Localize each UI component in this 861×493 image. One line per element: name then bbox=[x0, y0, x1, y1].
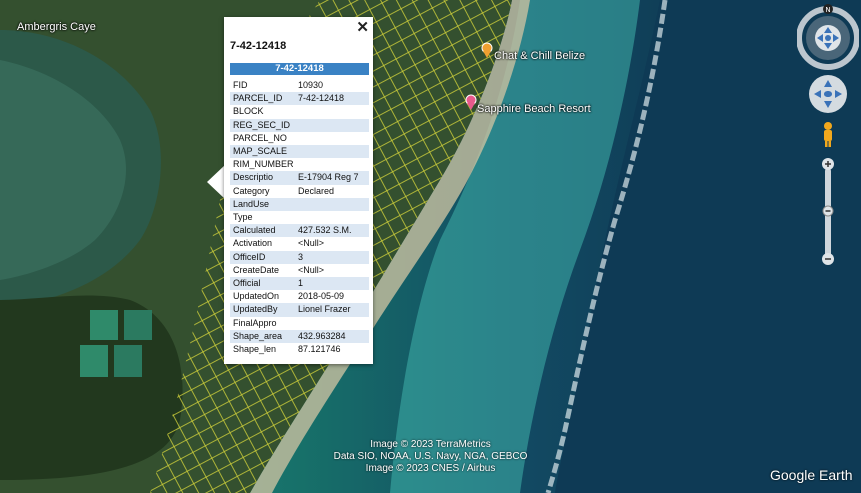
zoom-slider[interactable] bbox=[822, 158, 834, 265]
attribute-key: Shape_area bbox=[230, 329, 295, 344]
attribute-value bbox=[295, 158, 369, 171]
attribute-row: Official 1 bbox=[230, 277, 369, 291]
attribute-key: Descriptio bbox=[230, 171, 295, 185]
attribute-row: UpdatedBy Lionel Frazer bbox=[230, 303, 369, 317]
attribute-value bbox=[295, 105, 369, 118]
move-joystick[interactable] bbox=[809, 75, 847, 113]
attribute-row: CreateDate <Null> bbox=[230, 264, 369, 277]
attribute-value bbox=[295, 145, 369, 159]
attribute-row: Descriptio E-17904 Reg 7 bbox=[230, 171, 369, 185]
attribute-table: FID 10930 PARCEL_ID 7-42-12418 BLOCK REG_SEC_… bbox=[230, 79, 369, 356]
look-joystick[interactable] bbox=[815, 25, 841, 51]
attribute-row: REG_SEC_ID bbox=[230, 118, 369, 132]
attribute-key: UpdatedBy bbox=[230, 303, 295, 317]
attribute-key: Activation bbox=[233, 238, 273, 249]
attribute-value bbox=[295, 317, 369, 330]
satellite-map[interactable] bbox=[0, 0, 861, 493]
attribute-value bbox=[295, 197, 369, 212]
attribute-key: OfficeID bbox=[230, 250, 295, 264]
attribute-value: 10930 bbox=[298, 80, 324, 90]
attribute-value: 432.963284 bbox=[295, 329, 369, 344]
attribute-value: 427.532 S.M. bbox=[295, 224, 369, 238]
street-view-pegman-icon[interactable] bbox=[824, 122, 832, 147]
popup-title: 7-42-12418 bbox=[230, 40, 287, 52]
attribute-key: UpdatedOn bbox=[233, 291, 280, 302]
place-label: Ambergris Caye bbox=[17, 21, 96, 33]
attribute-value: <Null> bbox=[298, 238, 325, 249]
attribute-row: BLOCK bbox=[230, 105, 369, 118]
attribute-value: Declared bbox=[298, 185, 335, 196]
attribute-row: LandUse bbox=[230, 197, 369, 212]
attribute-key: FID bbox=[233, 80, 248, 90]
attribute-row: Shape_len 87.121746 bbox=[230, 343, 369, 356]
attribute-row: FinalAppro bbox=[230, 317, 369, 330]
attribute-row: Shape_area 432.963284 bbox=[230, 329, 369, 344]
compass-north-label: N bbox=[825, 6, 830, 14]
attribute-value: E-17904 Reg 7 bbox=[295, 171, 369, 185]
attribute-value: <Null> bbox=[298, 264, 325, 275]
attribute-value: 7-42-12418 bbox=[295, 92, 369, 106]
attribute-key: Official bbox=[230, 277, 295, 291]
attribute-row: PARCEL_NO bbox=[230, 132, 369, 145]
attribute-row: Category Declared bbox=[230, 185, 369, 198]
parcel-info-popup: ✕ 7-42-12418 7-42-12418 FID 10930 PARCEL_I… bbox=[224, 17, 373, 364]
attribute-row: Type bbox=[230, 211, 369, 224]
attribute-value bbox=[295, 211, 369, 224]
google-earth-logo: Google Earth bbox=[770, 467, 853, 483]
attribute-key: Category bbox=[233, 185, 270, 196]
attribute-row: RIM_NUMBER bbox=[230, 158, 369, 171]
attribute-key: Calculated bbox=[230, 224, 295, 238]
attribute-row: MAP_SCALE bbox=[230, 145, 369, 159]
attribute-key: PARCEL_NO bbox=[233, 132, 287, 143]
attribute-row: FID 10930 bbox=[230, 79, 369, 92]
attribute-value bbox=[295, 132, 369, 145]
attribute-value: 3 bbox=[295, 250, 369, 264]
attribute-value bbox=[295, 118, 369, 132]
attribute-row: Activation <Null> bbox=[230, 237, 369, 250]
attribute-row: PARCEL_ID 7-42-12418 bbox=[230, 92, 369, 106]
attribute-key: RIM_NUMBER bbox=[233, 159, 294, 170]
attribute-key: LandUse bbox=[230, 197, 295, 212]
attribute-key: REG_SEC_ID bbox=[230, 118, 295, 132]
attribute-key: PARCEL_ID bbox=[230, 92, 295, 106]
attribute-value: 2018-05-09 bbox=[298, 291, 345, 302]
poi-label-sapphire-beach[interactable]: Sapphire Beach Resort bbox=[477, 103, 591, 115]
attribute-value: Lionel Frazer bbox=[295, 303, 369, 317]
attribute-key: Type bbox=[233, 212, 253, 223]
attribute-key: CreateDate bbox=[233, 264, 280, 275]
attribute-row: OfficeID 3 bbox=[230, 250, 369, 264]
attribute-row: UpdatedOn 2018-05-09 bbox=[230, 290, 369, 303]
imagery-credit-2: Data SIO, NOAA, U.S. Navy, NGA, GEBCO bbox=[333, 451, 528, 462]
popup-pointer bbox=[207, 165, 225, 199]
attribute-key: Shape_len bbox=[233, 344, 277, 355]
attribute-key: BLOCK bbox=[233, 106, 264, 117]
attribute-key: FinalAppro bbox=[233, 317, 277, 328]
popup-header: 7-42-12418 bbox=[230, 63, 369, 75]
poi-label-chat-chill[interactable]: Chat & Chill Belize bbox=[494, 50, 585, 62]
imagery-credit-1: Image © 2023 TerraMetrics bbox=[370, 439, 491, 450]
attribute-key: MAP_SCALE bbox=[230, 145, 295, 159]
attribute-value: 1 bbox=[295, 277, 369, 291]
close-icon[interactable]: ✕ bbox=[356, 20, 369, 36]
navigation-controls: N bbox=[797, 4, 859, 265]
attribute-row: Calculated 427.532 S.M. bbox=[230, 224, 369, 238]
attribute-value: 87.121746 bbox=[298, 344, 341, 355]
imagery-credit-3: Image © 2023 CNES / Airbus bbox=[365, 463, 496, 474]
